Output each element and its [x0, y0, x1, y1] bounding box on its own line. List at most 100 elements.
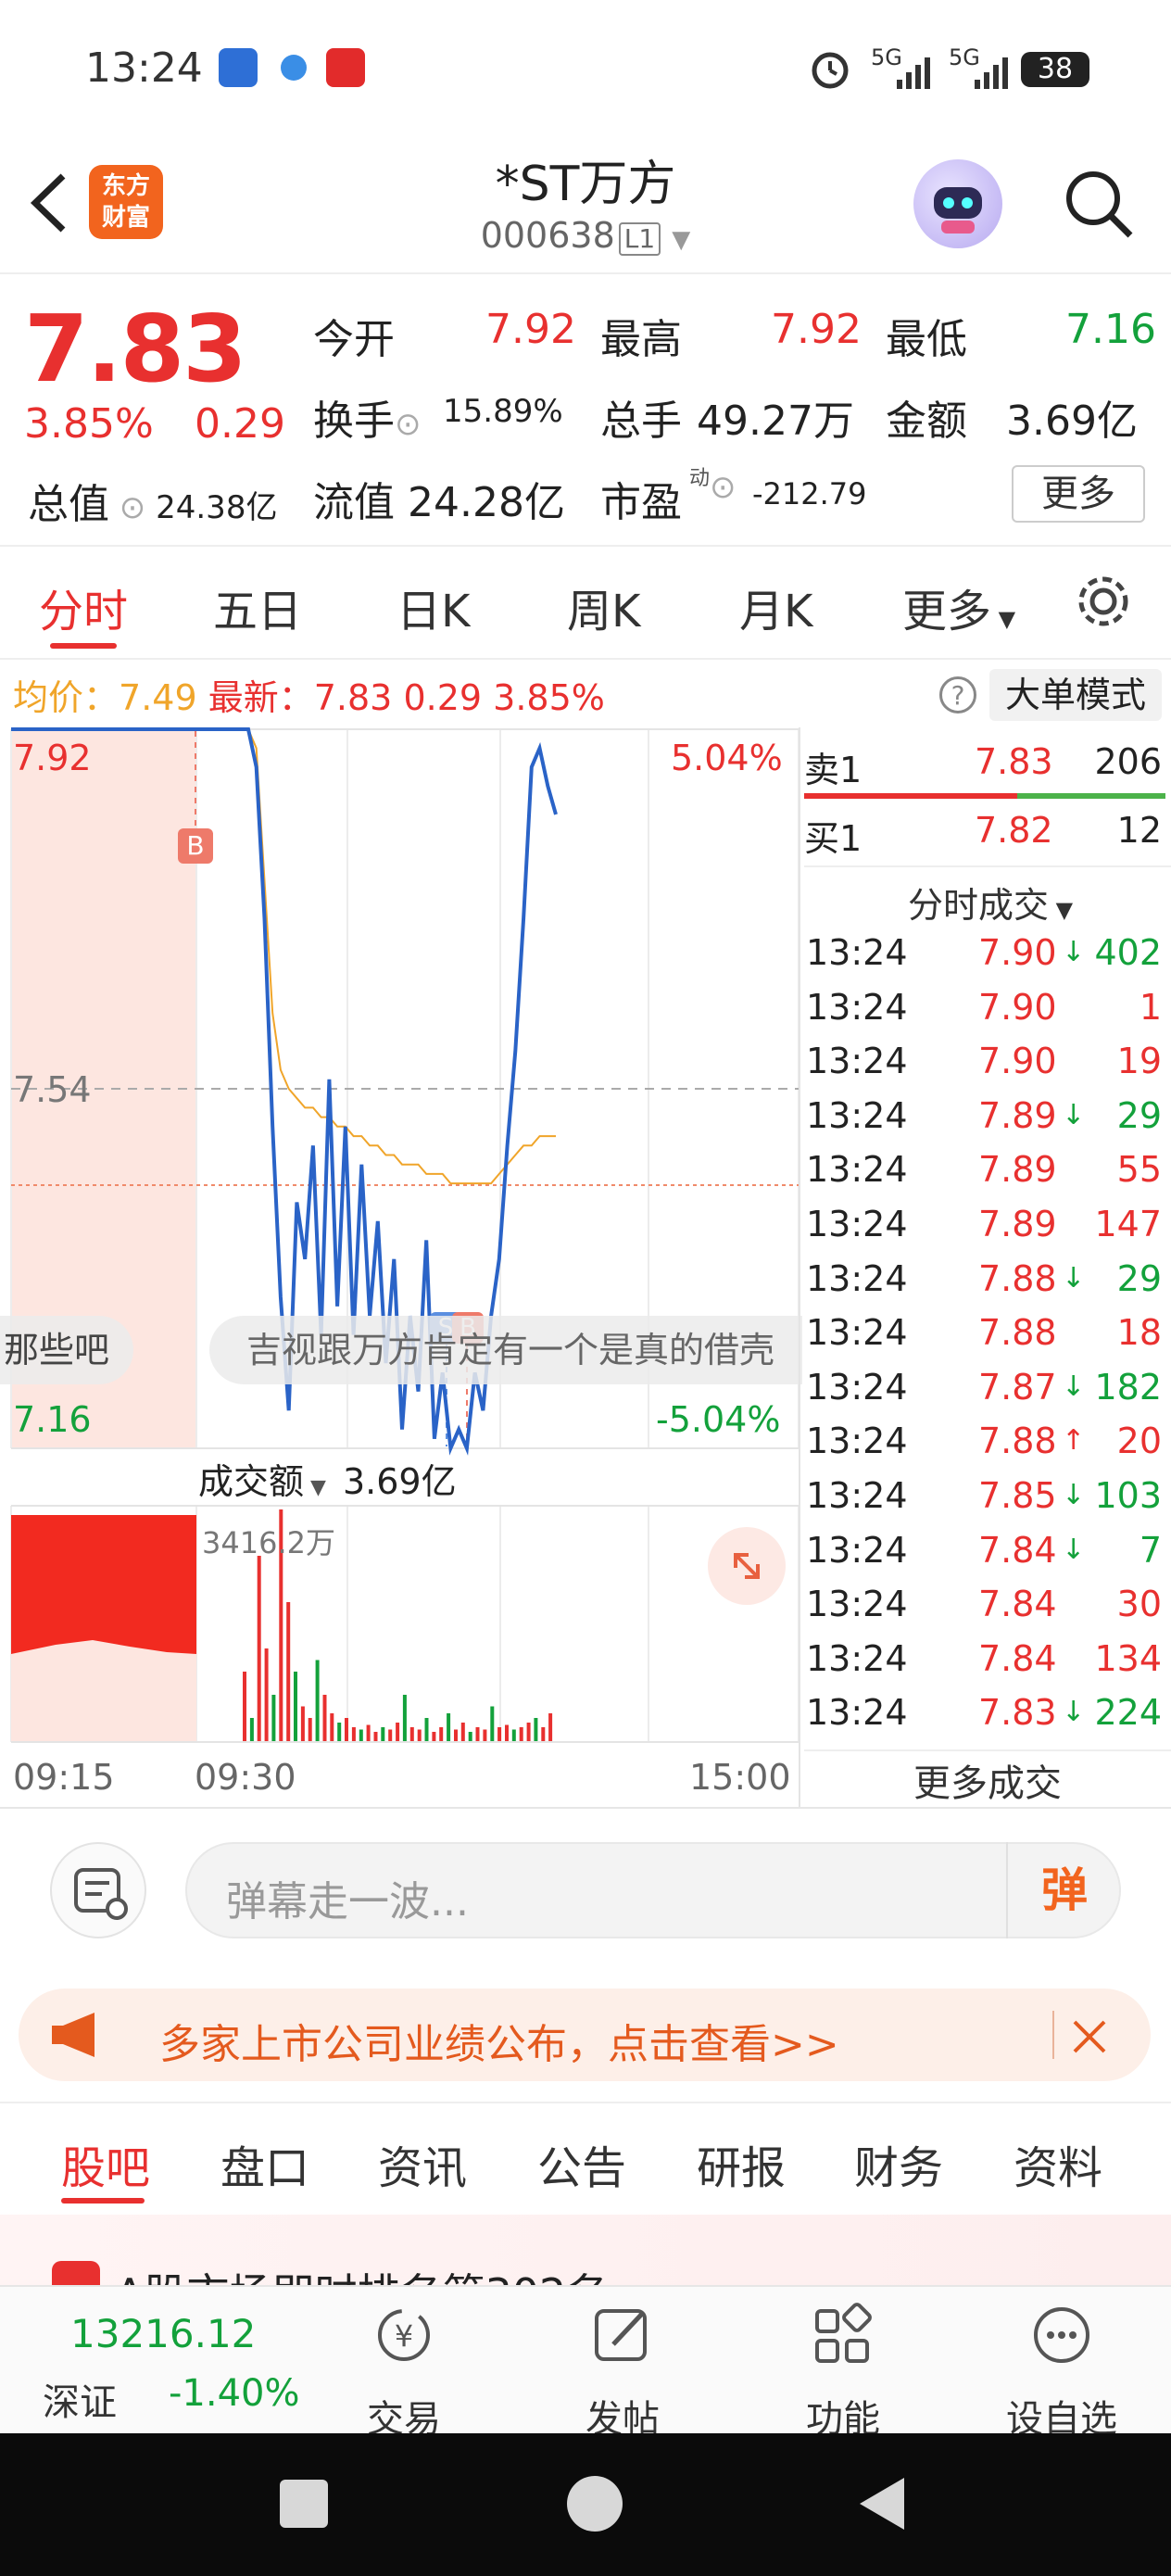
volume-bar	[534, 1718, 538, 1741]
tab-weekly-k[interactable]: 周K	[567, 575, 640, 639]
recent-apps-icon[interactable]	[280, 2480, 328, 2528]
high-label: 最高	[600, 316, 682, 363]
subtab-research[interactable]: 研报	[697, 2131, 786, 2196]
low-value: 7.16	[1065, 306, 1156, 353]
tick-volume: 103	[1094, 1475, 1162, 1516]
tick-volume: 1	[1139, 986, 1162, 1028]
dropdown-triangle-icon: ▼	[672, 226, 691, 254]
post-edit-icon[interactable]	[586, 2298, 660, 2372]
tick-row: 13:24 7.83 ↓ 224	[804, 1692, 1165, 1746]
buy-marker-b1[interactable]: B	[178, 828, 213, 864]
index-change[interactable]: -1.40%	[169, 2372, 300, 2415]
tick-price: 7.89	[978, 1204, 1057, 1244]
tab-monthly-k[interactable]: 月K	[739, 575, 812, 639]
y-axis-bottom-label: 7.16	[13, 1399, 92, 1440]
subtab-announcements[interactable]: 公告	[537, 2131, 626, 2196]
home-icon[interactable]	[567, 2476, 623, 2532]
tick-volume: 20	[1116, 1421, 1162, 1462]
tab-intraday[interactable]: 分时	[39, 575, 128, 639]
alarm-icon	[812, 52, 849, 89]
back-triangle-icon[interactable]	[856, 2476, 908, 2532]
more-quote-button[interactable]: 更多	[1012, 465, 1145, 523]
volume-bar	[505, 1724, 509, 1741]
amount-value: 3.69亿	[1006, 398, 1138, 445]
tick-row: 13:24 7.85 ↓ 103	[804, 1475, 1165, 1529]
sell1-volume: 206	[1094, 741, 1162, 782]
banner-divider	[1052, 2011, 1054, 2059]
settings-gear-icon[interactable]	[1075, 573, 1132, 630]
tick-row: 13:24 7.90 ↓ 402	[804, 932, 1165, 986]
add-watchlist-icon[interactable]	[1025, 2298, 1099, 2372]
volume-bar	[388, 1729, 393, 1741]
big-order-mode-button[interactable]: 大单模式	[989, 669, 1162, 721]
shopping-notification-icon	[326, 48, 365, 87]
tick-price: 7.89	[978, 1094, 1057, 1136]
pe-info-icon[interactable]: ⊙	[710, 469, 737, 506]
tick-row: 13:24 7.88 ↑ 20	[804, 1421, 1165, 1474]
tick-price: 7.84	[978, 1637, 1057, 1679]
tick-price: 7.87	[978, 1366, 1057, 1408]
volume-bar	[541, 1727, 546, 1741]
pct-axis-top-label: 5.04%	[671, 738, 783, 778]
market-cap-label: 总值 ⊙ 24.38亿	[28, 481, 278, 528]
danmu-bubble-scroll[interactable]: 吉视跟万方肯定有一个是真的借壳	[209, 1316, 802, 1384]
volume-label: 总手	[600, 398, 682, 445]
search-icon[interactable]	[1062, 167, 1136, 241]
buy1-row[interactable]: 买1 7.82 12	[804, 810, 1165, 859]
subtab-forum[interactable]: 股吧	[61, 2131, 150, 2196]
browser-notification-icon	[274, 48, 313, 87]
intraday-chart[interactable]	[0, 727, 800, 1747]
subtab-profile[interactable]: 资料	[1014, 2131, 1102, 2196]
tab-daily-k[interactable]: 日K	[397, 575, 470, 639]
subtab-order-book[interactable]: 盘口	[220, 2131, 309, 2196]
y-axis-top-label: 7.92	[13, 738, 92, 778]
expand-chart-icon[interactable]	[708, 1527, 786, 1605]
danmu-toggle-button[interactable]: 弹	[1006, 1842, 1121, 1938]
tick-time: 13:24	[806, 1094, 908, 1136]
close-icon[interactable]	[1056, 2003, 1121, 2068]
level-badge: L1	[618, 222, 661, 256]
divider	[804, 865, 1171, 867]
active-subtab-indicator	[61, 2198, 145, 2203]
tick-volume: 29	[1116, 1094, 1162, 1136]
trade-yen-icon[interactable]: ¥	[367, 2298, 441, 2372]
volume-bar	[483, 1729, 487, 1741]
divider	[0, 2102, 1171, 2103]
index-name[interactable]: 深证	[43, 2372, 117, 2426]
x-axis-label-0930: 09:30	[195, 1757, 296, 1798]
sell1-price: 7.83	[975, 741, 1053, 782]
subtab-news[interactable]: 资讯	[378, 2131, 467, 2196]
danmu-bubble-left[interactable]: 那些吧	[0, 1316, 133, 1384]
ticks-title-selector[interactable]: 分时成交 ▼	[908, 877, 1073, 928]
volume-bar	[519, 1727, 523, 1741]
arrow-down-icon: ↓	[1062, 1479, 1086, 1511]
tick-price: 7.90	[978, 932, 1057, 973]
help-icon[interactable]: ?	[939, 676, 976, 713]
index-value[interactable]: 13216.12	[70, 2311, 256, 2356]
tab-five-day[interactable]: 五日	[213, 575, 302, 639]
svg-text:¥: ¥	[395, 2318, 413, 2354]
tick-row: 13:24 7.88 ↓ 29	[804, 1258, 1165, 1312]
tick-time: 13:24	[806, 1637, 908, 1679]
comment-settings-icon[interactable]	[50, 1842, 146, 1938]
divider	[0, 545, 1171, 547]
volume-bar	[366, 1724, 371, 1741]
tick-volume: 147	[1094, 1204, 1162, 1244]
volume-bar	[330, 1713, 334, 1741]
subtab-financials[interactable]: 财务	[854, 2131, 943, 2196]
more-ticks-button[interactable]: 更多成交	[804, 1753, 1171, 1807]
volume-bar	[300, 1706, 305, 1741]
open-label: 今开	[313, 316, 395, 363]
robot-assistant-icon[interactable]	[913, 159, 1002, 248]
tick-time: 13:24	[806, 1149, 908, 1191]
volume-bar	[286, 1602, 291, 1741]
banner-text[interactable]: 多家上市公司业绩公布，点击查看>>	[159, 2011, 839, 2070]
functions-grid-icon[interactable]	[806, 2298, 880, 2372]
volume-indicator-selector[interactable]: 成交额 ▼	[198, 1453, 326, 1504]
tab-more[interactable]: 更多 ▼	[902, 575, 1015, 639]
volume-bar	[424, 1718, 429, 1741]
tick-row: 13:24 7.89 ↓ 29	[804, 1095, 1165, 1149]
tick-row: 13:24 7.89 55	[804, 1149, 1165, 1203]
sell1-row[interactable]: 卖1 7.83 206	[804, 741, 1165, 790]
volume-bar	[308, 1718, 312, 1741]
